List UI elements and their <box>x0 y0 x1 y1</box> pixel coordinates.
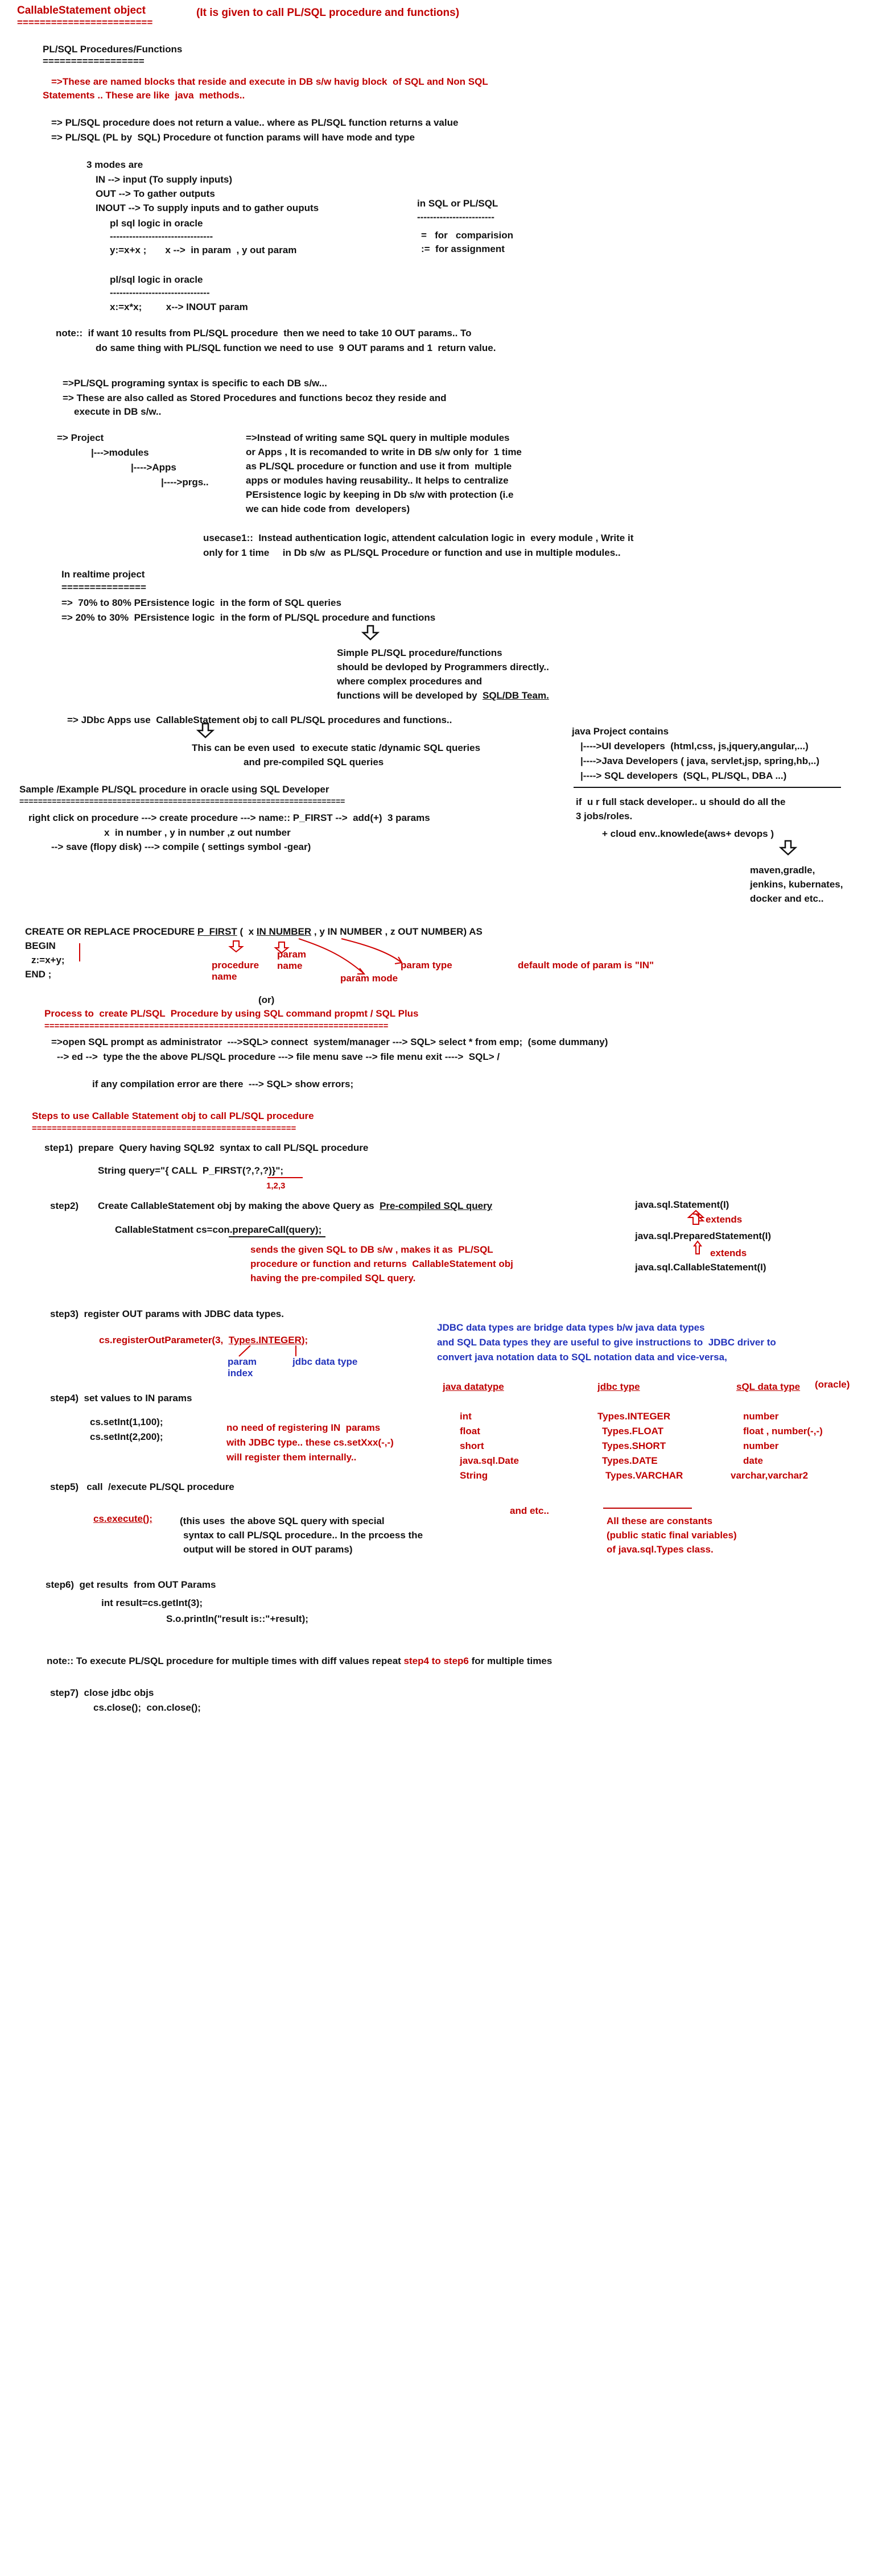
annotation-arrows <box>79 625 798 1357</box>
red-annotation-arrows <box>79 938 705 1357</box>
down-arrow-icon <box>196 723 215 738</box>
down-arrow-icon <box>778 840 798 856</box>
down-arrow-icon <box>361 625 380 641</box>
